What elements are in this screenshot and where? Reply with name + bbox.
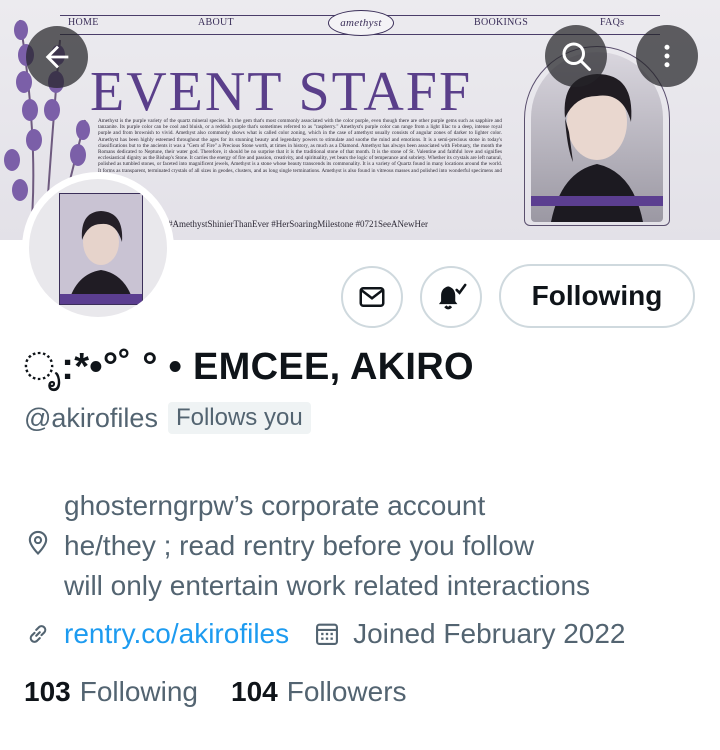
banner-nav-faqs: FAQs <box>600 17 625 28</box>
banner-accent-band <box>531 196 663 206</box>
banner-paragraph: Amethyst is the purple variety of the qu… <box>98 118 502 180</box>
banner-hashtags: #AmethystShinierThanEver #HerSoaringMile… <box>168 219 428 229</box>
location-pin-icon <box>28 530 48 555</box>
link-icon <box>29 625 47 643</box>
following-count: 103 <box>24 676 71 707</box>
display-name: ೃ:*•°˚ ° • EMCEE, AKIRO <box>24 346 474 388</box>
following-button[interactable]: Following <box>499 264 695 328</box>
handle-row: @akirofiles Follows you <box>24 402 311 434</box>
profile-link[interactable]: rentry.co/akirofiles <box>64 618 289 650</box>
search-icon <box>562 42 591 71</box>
bio-line: he/they ; read rentry before you follow <box>64 530 535 561</box>
banner-nav-bookings: BOOKINGS <box>474 17 529 28</box>
followers-stat[interactable]: 104 Followers <box>231 676 407 708</box>
user-handle: @akirofiles <box>24 402 158 433</box>
message-button[interactable] <box>341 266 403 328</box>
avatar[interactable] <box>29 179 167 317</box>
notifications-button[interactable] <box>420 266 482 328</box>
following-stat[interactable]: 103 Following <box>24 676 198 708</box>
bell-icon <box>438 283 467 310</box>
followers-label: Followers <box>286 676 407 707</box>
banner-nav-home: HOME <box>68 17 99 28</box>
more-options-button[interactable] <box>636 25 698 87</box>
follow-stats: 103 Following 104 Followers <box>24 676 407 708</box>
calendar-icon <box>316 623 339 645</box>
bio: ghosterngrpw’s corporate account he/they… <box>64 486 590 606</box>
bio-line: ghosterngrpw’s corporate account <box>64 490 486 521</box>
banner-brand-logo: amethyst <box>328 10 394 36</box>
banner-nav-about: ABOUT <box>198 17 234 28</box>
bio-line: will only entertain work related interac… <box>64 570 591 601</box>
back-button[interactable] <box>26 26 88 88</box>
banner-title: EVENT STAFF <box>90 61 473 123</box>
followers-count: 104 <box>231 676 278 707</box>
arrow-left-icon <box>45 45 69 69</box>
more-vertical-icon <box>664 44 670 68</box>
avatar-photo-card <box>59 193 143 305</box>
profile-meta: rentry.co/akirofiles Joined February 202… <box>24 614 626 654</box>
avatar-portrait-illustration <box>60 194 142 304</box>
following-label: Following <box>79 676 198 707</box>
search-button[interactable] <box>545 25 607 87</box>
joined-date: Joined February 2022 <box>353 618 626 649</box>
envelope-icon <box>359 287 385 307</box>
follows-you-badge: Follows you <box>167 402 311 434</box>
